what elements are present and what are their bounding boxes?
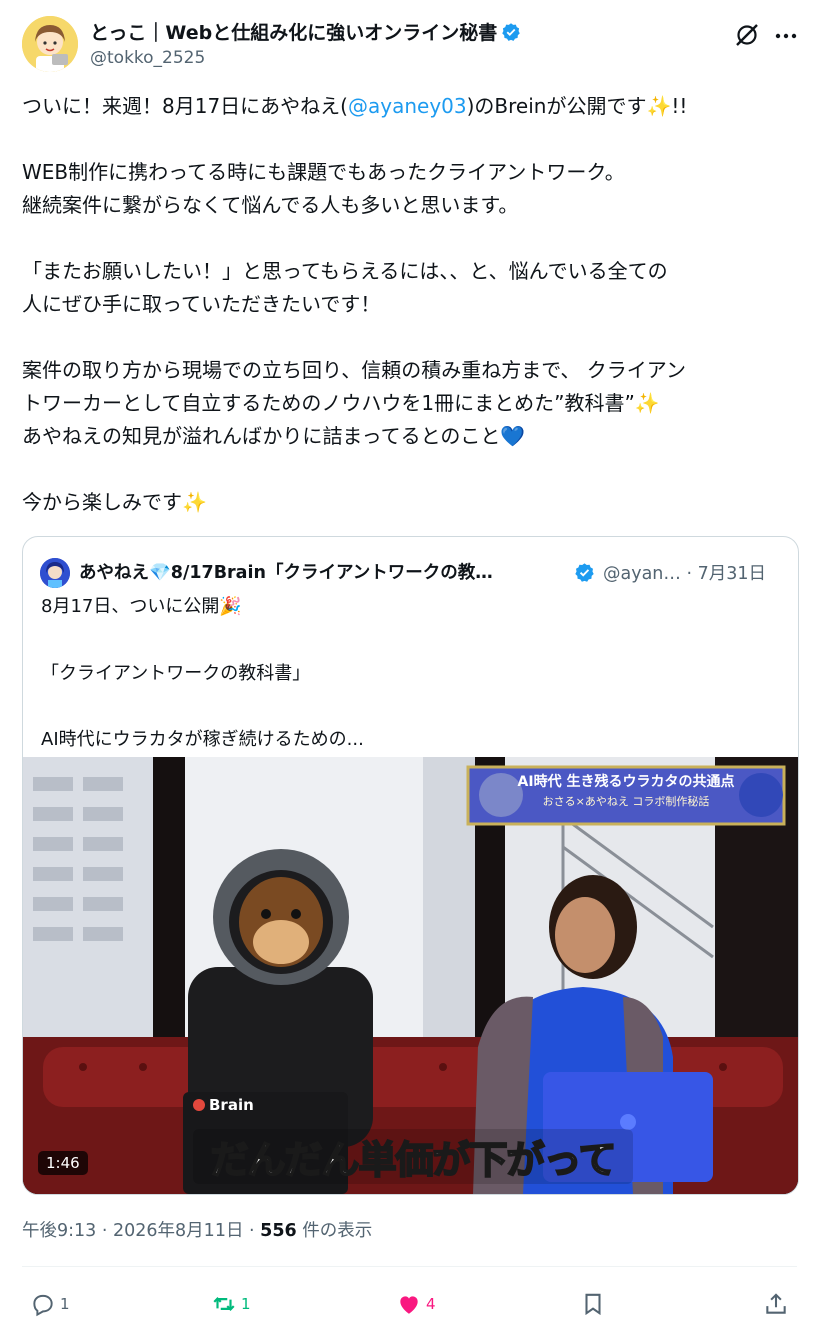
laptop-brand-label: Brain [209, 1096, 254, 1114]
quote-date[interactable]: · 7月31日 [686, 564, 766, 584]
retweet-button[interactable]: 1 [211, 1288, 251, 1320]
quote-handle[interactable]: @ayan… [603, 564, 681, 584]
view-count: 556 [260, 1221, 297, 1241]
quote-display-name[interactable]: あやねえ💎8/17Brain「クライアントワークの教… [79, 559, 559, 584]
text-span: ついに！来週！8月17日にあやねえ( [22, 94, 348, 118]
quote-avatar[interactable] [40, 558, 70, 588]
bookmark-button[interactable] [580, 1288, 606, 1320]
separator: · [96, 1221, 114, 1241]
video-banner-title: AI時代 生き残るウラカタの共通点 [517, 774, 735, 790]
tweet-line: トワーカーとして自立するためのノウハウを1冊にまとめた”教科書”✨ [22, 387, 802, 420]
video-thumbnail[interactable]: AI時代 生き残るウラカタの共通点 おさる×あやねえ コラボ制作秘話 Brain… [23, 757, 798, 1194]
author-display-name[interactable]: とっこ｜Webと仕組み化に強いオンライン秘書 [90, 18, 521, 45]
bookmark-icon [585, 1293, 601, 1316]
blue-heart-emoji-icon: 💙 [500, 424, 526, 448]
tweet-line: 今から楽しみです✨ [22, 486, 802, 519]
sparkles-emoji-icon: ✨ [634, 391, 660, 415]
quoted-tweet-card[interactable]: あやねえ💎8/17Brain「クライアントワークの教… @ayan… · 7月3… [22, 536, 799, 1195]
author-handle[interactable]: @tokko_2525 [90, 48, 205, 68]
tweet-line: 案件の取り方から現場での立ち回り、信頼の積み重ね方まで、 クライアン [22, 358, 686, 382]
text-span: トワーカーとして自立するためのノウハウを1冊にまとめた”教科書” [22, 391, 635, 415]
mention-link[interactable]: @ayaney03 [348, 94, 467, 118]
video-caption: だんだん単価が下がって [209, 1137, 617, 1183]
text-span: !! [671, 94, 688, 118]
quote-line: 8月17日、ついに公開🎉 [41, 596, 242, 617]
separator: · [243, 1221, 261, 1241]
divider [22, 1266, 797, 1267]
tweet-date[interactable]: 2026年8月11日 [113, 1221, 243, 1241]
sparkles-emoji-icon: ✨ [182, 490, 207, 514]
retweet-icon [213, 1297, 235, 1311]
verified-badge-icon [502, 23, 520, 41]
grok-slash-icon[interactable] [732, 20, 762, 50]
reply-bubble-icon [33, 1294, 53, 1317]
sparkles-emoji-icon: ✨ [646, 94, 672, 118]
tweet-time[interactable]: 午後9:13 [22, 1221, 96, 1241]
like-button[interactable]: 4 [396, 1288, 436, 1320]
tweet-line: 継続案件に繋がらなくて悩んでる人も多いと思います。 [22, 193, 519, 217]
author-avatar[interactable] [22, 16, 78, 72]
text-span: 今から楽しみです [22, 490, 182, 514]
share-upload-icon [766, 1293, 786, 1314]
heart-filled-icon [400, 1296, 418, 1314]
avatar-illustration-icon [40, 558, 70, 588]
quote-line: AI時代にウラカタが稼ぎ続けるための... [41, 729, 364, 750]
author-name-text[interactable]: とっこ｜Webと仕組み化に強いオンライン秘書 [90, 22, 497, 44]
verified-badge-icon [575, 563, 594, 582]
tweet-meta: 午後9:13 · 2026年8月11日 · 556 件の表示 [22, 1217, 372, 1242]
text-span: )のBreinが公開です [466, 94, 647, 118]
more-dots-icon[interactable] [772, 26, 800, 46]
quote-handle-date: @ayan… · 7月31日 [603, 560, 766, 585]
reply-count: 1 [60, 1295, 70, 1313]
tweet-line: ついに！来週！8月17日にあやねえ(@ayaney03)のBreinが公開です✨… [22, 90, 802, 123]
tweet-line: あやねえの知見が溢れんばかりに詰まってるとのこと💙 [22, 420, 802, 453]
reply-button[interactable]: 1 [30, 1288, 70, 1320]
share-button[interactable] [763, 1288, 789, 1320]
tweet-line: 人にぜひ手に取っていただきたいです！ [22, 292, 381, 316]
video-banner-subtitle: おさる×あやねえ コラボ制作秘話 [542, 795, 710, 808]
tweet-line: 「またお願いしたい！」と思ってもらえるには、、と、悩んでいる全ての [22, 259, 668, 283]
video-duration-badge: 1:46 [38, 1151, 88, 1175]
tweet-text: ついに！来週！8月17日にあやねえ(@ayaney03)のBreinが公開です✨… [22, 90, 802, 519]
quote-text: 8月17日、ついに公開🎉 「クライアントワークの教科書」 AI時代にウラカタが稼… [41, 590, 781, 757]
like-count: 4 [426, 1295, 436, 1313]
view-count-label: 件の表示 [296, 1221, 373, 1241]
avatar-illustration-icon [22, 16, 78, 72]
retweet-count: 1 [241, 1295, 251, 1313]
tweet-line: WEB制作に携わってる時にも課題でもあったクライアントワーク。 [22, 160, 625, 184]
text-span: あやねえの知見が溢れんばかりに詰まってるとのこと [22, 424, 501, 448]
quote-line: 「クライアントワークの教科書」 [41, 662, 311, 684]
